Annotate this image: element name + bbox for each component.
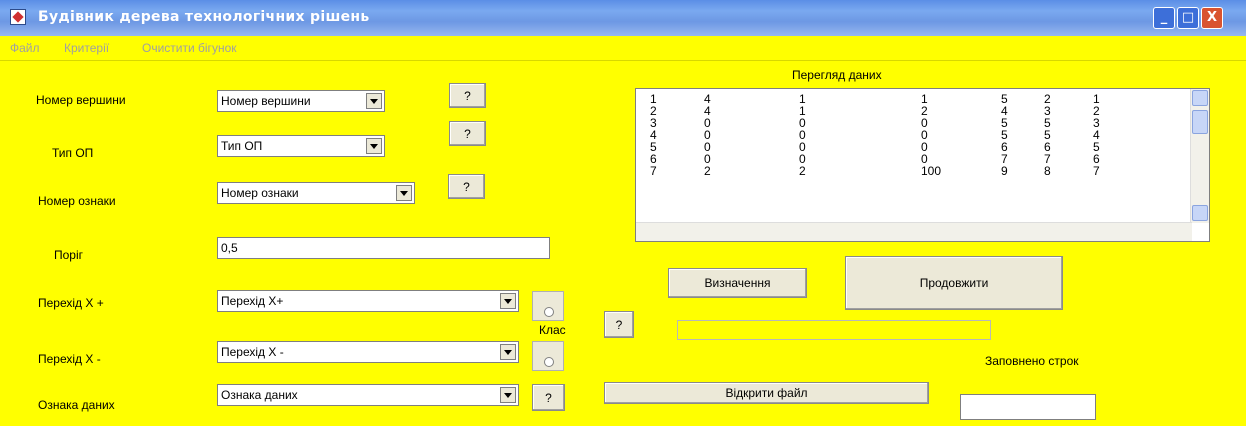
table-cell: 0 [799,116,806,130]
op-type-help-button[interactable]: ? [449,121,486,146]
table-cell: 4 [650,128,657,142]
table-cell: 2 [704,164,711,178]
rows-filled-label: Заповнено строк [985,354,1079,368]
datasign-help-button[interactable]: ? [532,384,565,411]
table-cell: 5 [650,140,657,154]
menu-criteria[interactable]: Критерії [64,41,109,55]
class-help-button[interactable]: ? [604,311,634,338]
table-cell: 0 [704,152,711,166]
chevron-down-icon[interactable] [366,93,382,109]
table-row: 7 2 2 100 9 8 7 [650,165,1113,177]
table-cell: 0 [704,140,711,154]
table-cell: 0 [799,152,806,166]
datasign-combo[interactable]: Ознака даних [217,384,519,406]
rows-filled-field[interactable] [960,394,1096,420]
table-cell: 7 [1093,164,1100,178]
feature-label: Номер ознаки [38,194,116,208]
vertex-combo[interactable]: Номер вершини [217,90,385,112]
op-type-label: Тип ОП [52,146,94,160]
threshold-label: Поріг [54,248,84,262]
define-button[interactable]: Визначення [668,268,807,298]
vertex-label: Номер вершини [36,93,126,107]
progress-bar [677,320,991,340]
data-view-title: Перегляд даних [792,68,882,82]
table-cell: 5 [1044,128,1051,142]
feature-combo[interactable]: Номер ознаки [217,182,415,204]
xminus-label: Перехід Х - [38,352,101,366]
chevron-down-icon[interactable] [500,387,516,403]
continue-button[interactable]: Продовжити [845,256,1063,310]
table-cell: 4 [704,92,711,106]
table-cell: 6 [1044,140,1051,154]
datasign-label: Ознака даних [38,398,115,412]
scroll-up-icon[interactable] [1192,90,1208,106]
table-cell: 0 [921,128,928,142]
table-cell: 5 [1044,116,1051,130]
table-cell: 0 [921,116,928,130]
table-cell: 2 [921,104,928,118]
datasign-combo-value: Ознака даних [221,388,298,402]
table-cell: 1 [650,92,657,106]
op-type-combo[interactable]: Тип ОП [217,135,385,157]
window-title: Будівник дерева технологічних рішень [38,9,370,25]
table-cell: 7 [1044,152,1051,166]
table-cell: 2 [1044,92,1051,106]
table-cell: 9 [1001,164,1008,178]
horizontal-scrollbar[interactable] [636,222,1192,241]
xminus-combo[interactable]: Перехід Х - [217,341,519,363]
feature-help-button[interactable]: ? [448,174,485,199]
menu-file[interactable]: Файл [10,41,40,55]
op-type-combo-value: Тип ОП [221,139,263,153]
table-cell: 7 [650,164,657,178]
xminus-radio[interactable] [532,341,564,371]
table-cell: 8 [1044,164,1051,178]
minimize-button[interactable]: _ [1153,7,1175,29]
table-cell: 0 [704,116,711,130]
table-cell: 2 [799,164,806,178]
table-cell: 0 [799,128,806,142]
vertical-scrollbar[interactable] [1190,89,1209,223]
table-cell: 1 [799,92,806,106]
scroll-thumb[interactable] [1192,110,1208,134]
feature-combo-value: Номер ознаки [221,186,299,200]
table-cell: 3 [1044,104,1051,118]
table-cell: 1 [799,104,806,118]
scroll-down-icon[interactable] [1192,205,1208,221]
table-cell: 3 [650,116,657,130]
table-cell: 0 [704,128,711,142]
data-table: 1411521241243230005534000554500066560007… [650,93,1113,177]
chevron-down-icon[interactable] [500,293,516,309]
xminus-combo-value: Перехід Х - [221,345,284,359]
title-bar: Будівник дерева технологічних рішень _ □… [0,0,1246,36]
open-file-button[interactable]: Відкрити файл [604,382,929,404]
menu-clear-progress[interactable]: Очистити бігунок [142,41,237,55]
close-button[interactable]: X [1201,7,1223,29]
chevron-down-icon[interactable] [396,185,412,201]
chevron-down-icon[interactable] [366,138,382,154]
vertex-help-button[interactable]: ? [449,83,486,108]
xplus-combo-value: Перехід Х+ [221,294,284,308]
chevron-down-icon[interactable] [500,344,516,360]
app-icon [10,9,26,25]
table-cell: 0 [921,140,928,154]
threshold-input-value: 0,5 [221,241,238,255]
table-cell: 2 [650,104,657,118]
table-cell: 4 [704,104,711,118]
threshold-input[interactable]: 0,5 [217,237,550,259]
xplus-label: Перехід Х + [38,296,104,310]
maximize-button[interactable]: □ [1177,7,1199,29]
table-cell: 0 [799,140,806,154]
table-cell: 100 [921,164,942,178]
xplus-combo[interactable]: Перехід Х+ [217,290,519,312]
data-view-list[interactable]: 1411521241243230005534000554500066560007… [635,88,1210,242]
table-cell: 6 [650,152,657,166]
class-label: Клас [539,323,566,337]
menu-bar: Файл Критерії Очистити бігунок [0,36,1246,61]
xplus-radio[interactable] [532,291,564,321]
table-cell: 1 [921,92,928,106]
vertex-combo-value: Номер вершини [221,94,311,108]
